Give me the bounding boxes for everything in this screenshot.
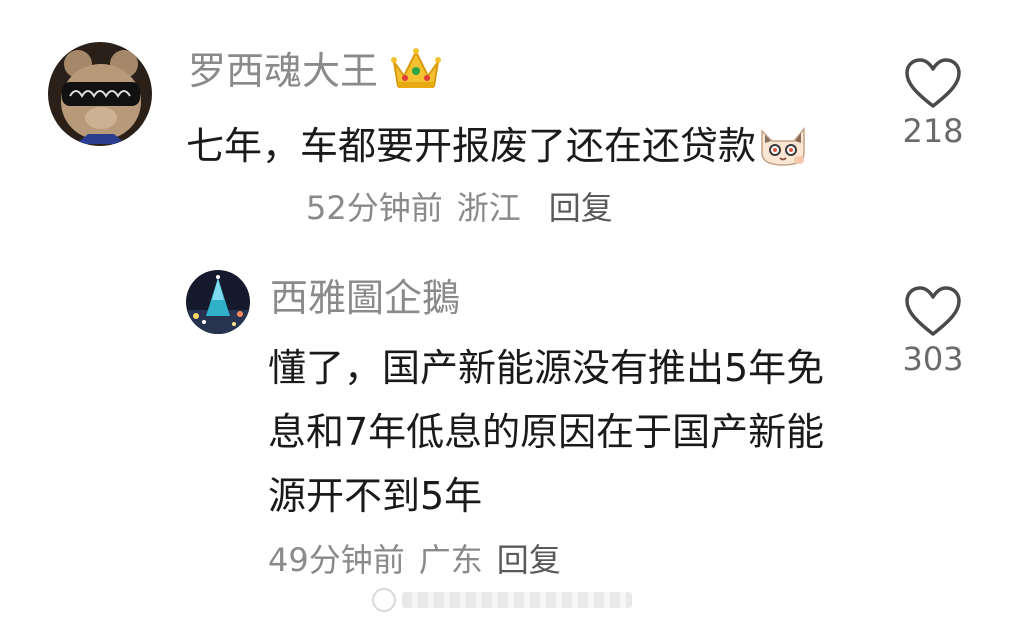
reply-meta: 49分钟前 广东 回复 bbox=[268, 540, 561, 580]
reply-location: 广东 bbox=[418, 541, 483, 579]
reply-time: 49分钟前 bbox=[268, 541, 405, 579]
comment-time: 52分钟前 bbox=[306, 189, 443, 227]
comment-avatar[interactable] bbox=[48, 42, 152, 146]
heart-outline-icon bbox=[905, 286, 961, 336]
watermark-logo-icon bbox=[372, 588, 396, 612]
crown-icon bbox=[391, 48, 442, 88]
night-tree-avatar bbox=[186, 270, 250, 334]
comment-like-button[interactable]: 218 bbox=[888, 56, 978, 150]
comment-like-count: 218 bbox=[902, 112, 964, 150]
comment-text: 七年，车都要开报废了还在还贷款 bbox=[186, 114, 846, 178]
comment-reply-button[interactable]: 回复 bbox=[549, 189, 613, 227]
reply-avatar[interactable] bbox=[186, 270, 250, 334]
reply-like-button[interactable]: 303 bbox=[888, 284, 978, 378]
watermark bbox=[372, 585, 642, 615]
comment-location: 浙江 bbox=[456, 189, 521, 227]
comment-meta: 52分钟前 浙江 回复 bbox=[306, 188, 613, 228]
reply-username[interactable]: 西雅圖企鵝 bbox=[270, 276, 460, 320]
heart-outline-icon bbox=[905, 58, 961, 108]
reply-reply-button[interactable]: 回复 bbox=[497, 541, 561, 579]
reply-like-count: 303 bbox=[902, 340, 964, 378]
teddy-bear-avatar bbox=[48, 42, 152, 146]
reply-text: 懂了，国产新能源没有推出5年免息和7年低息的原因在于国产新能源开不到5年 bbox=[268, 346, 825, 518]
comment-username[interactable]: 罗西魂大王 bbox=[188, 46, 442, 93]
watermark-text-bar bbox=[402, 592, 632, 608]
cat-emoji bbox=[761, 126, 805, 166]
